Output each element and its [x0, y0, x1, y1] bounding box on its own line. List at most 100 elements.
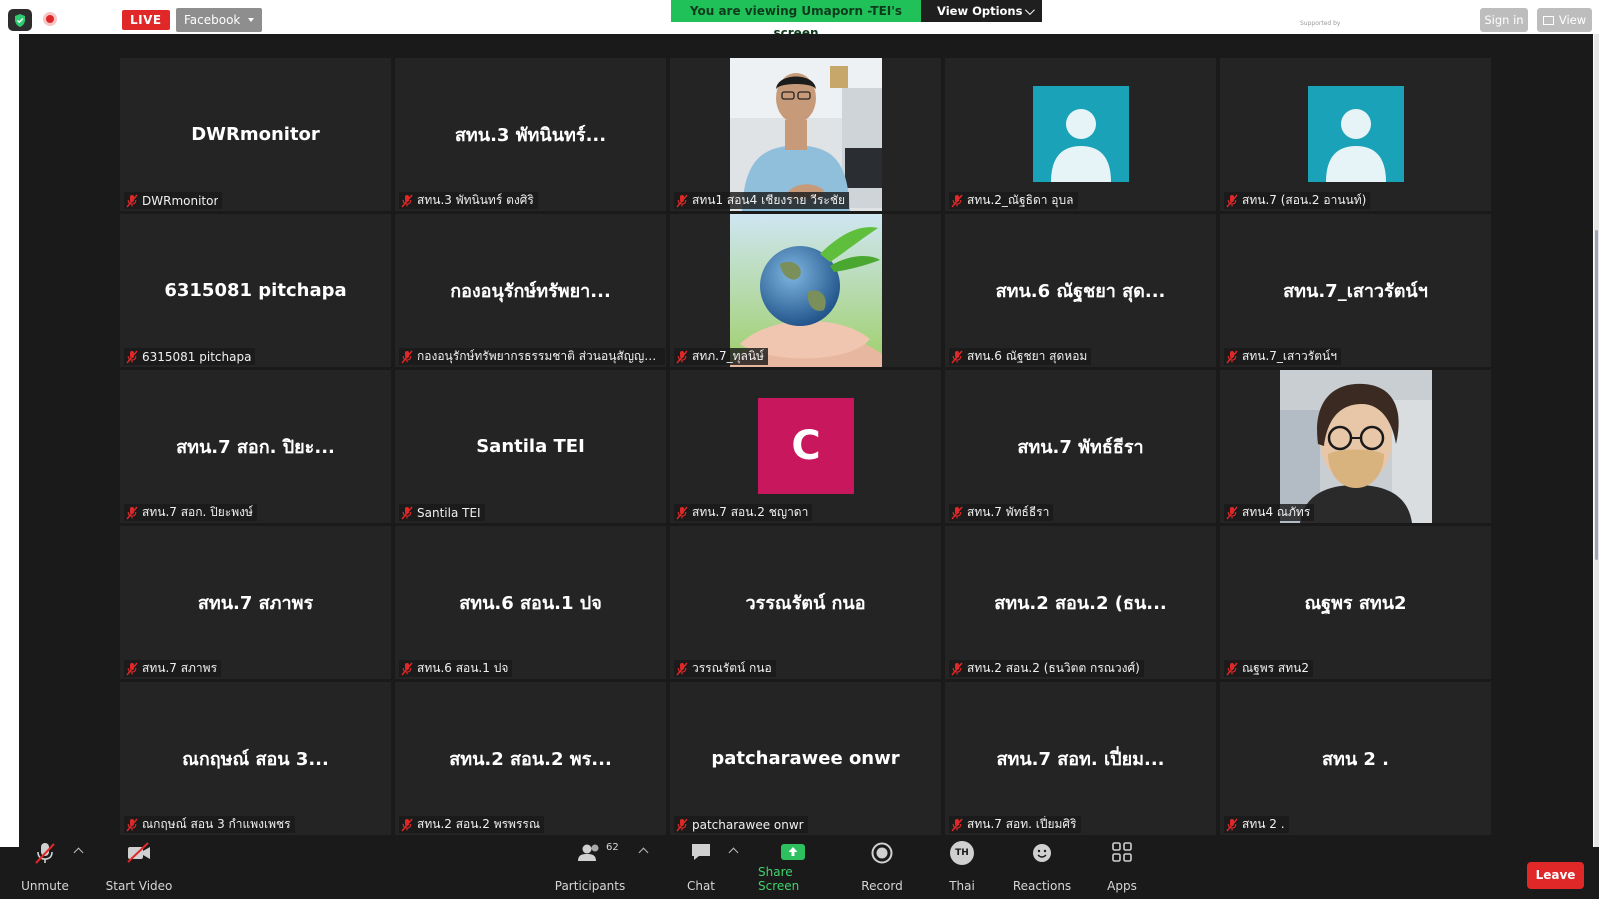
record-button[interactable]: Record	[860, 842, 904, 899]
participant-tile[interactable]: สทน1 สอน4 เชียงราย วีระชัย	[670, 58, 941, 211]
participant-name-label: DWRmonitor	[124, 192, 223, 209]
participant-tile[interactable]: 6315081 pitchapa 6315081 pitchapa	[120, 214, 391, 367]
participant-display-name: ณกฤษณ์ สอน 3...	[182, 749, 329, 770]
participant-tile[interactable]: สทน.6 ณัฐชยา สุด... สทน.6 ณัฐชยา สุดหอม	[945, 214, 1216, 367]
participant-tile[interactable]: สทน.2 สอน.2 (ธน... สทน.2 สอน.2 (ธนวิตต กร…	[945, 526, 1216, 679]
muted-microphone-icon	[401, 506, 413, 519]
leave-button[interactable]: Leave	[1527, 862, 1584, 889]
participant-name-label: สทน.2_ณัฐธิดา อุบล	[949, 192, 1078, 209]
audio-options-caret-icon[interactable]	[73, 847, 84, 858]
participant-name-text: สทน.7 สภาพร	[142, 661, 218, 675]
participant-display-name: กองอนุรักษ์ทรัพยา...	[450, 281, 611, 302]
participant-name-label: สทน.7 (สอน.2 อานนท์)	[1224, 192, 1371, 209]
participant-display-name: 6315081 pitchapa	[164, 280, 347, 301]
participant-tile[interactable]: ณกฤษณ์ สอน 3... ณกฤษณ์ สอน 3 กำแพงเพชร	[120, 682, 391, 835]
participant-name-label: สทน.7_เสาวรัตน์ฯ	[1224, 348, 1341, 365]
muted-microphone-icon	[126, 818, 138, 831]
language-label: Thai	[949, 879, 975, 893]
participant-name-text: สทน.7 สอท. เปี่ยมศิริ	[967, 817, 1077, 831]
apps-button[interactable]: Apps	[1105, 842, 1139, 899]
participant-name-text: สทน1 สอน4 เชียงราย วีระชัย	[692, 193, 846, 207]
participant-initial-avatar: C	[758, 398, 854, 494]
participant-earth-image	[730, 214, 882, 367]
scrollbar-thumb[interactable]	[1595, 230, 1598, 560]
grid-view-icon	[1542, 15, 1554, 25]
participant-name-label: สทน.7 สอท. เปี่ยมศิริ	[949, 816, 1081, 833]
reactions-button[interactable]: Reactions	[1013, 844, 1071, 899]
chat-button[interactable]: Chat	[684, 844, 718, 899]
stream-target-label: Facebook	[184, 13, 241, 27]
participant-display-name: วรรณรัตน์ กนอ	[745, 593, 866, 614]
interpretation-button[interactable]: TH Thai	[944, 841, 980, 899]
default-avatar-icon	[1033, 86, 1129, 182]
participant-tile[interactable]: สทน 2 . สทน 2 .	[1220, 682, 1491, 835]
muted-microphone-icon	[1226, 818, 1238, 831]
participant-video-woman	[1280, 370, 1432, 523]
muted-microphone-icon	[1226, 194, 1238, 207]
muted-microphone-icon	[676, 194, 688, 207]
participant-name-text: สทน.7 พัทธ์ธีรา	[967, 505, 1050, 519]
apps-icon	[1112, 842, 1132, 862]
participant-tile[interactable]: สทน.7 พัทธ์ธีรา สทน.7 พัทธ์ธีรา	[945, 370, 1216, 523]
recording-indicator-icon	[43, 12, 57, 26]
security-shield-icon[interactable]	[8, 9, 32, 31]
participant-tile[interactable]: สทน.7 สภาพร สทน.7 สภาพร	[120, 526, 391, 679]
muted-microphone-icon	[126, 662, 138, 675]
participant-tile[interactable]: สทน.7 (สอน.2 อานนท์)	[1220, 58, 1491, 211]
participant-tile[interactable]: สทน.7_เสาวรัตน์ฯ สทน.7_เสาวรัตน์ฯ	[1220, 214, 1491, 367]
share-screen-label: Share Screen	[758, 865, 800, 893]
participant-tile[interactable]: วรรณรัตน์ กนอ วรรณรัตน์ กนอ	[670, 526, 941, 679]
participant-display-name: Santila TEI	[476, 436, 585, 457]
participant-name-label: สทน4 ณภัทร	[1224, 504, 1315, 521]
participant-display-name: patcharawee onwr	[711, 748, 900, 769]
participant-tile[interactable]: สทภ.7_ทุลนิษ์	[670, 214, 941, 367]
view-options-button[interactable]: View Options	[921, 0, 1042, 22]
participant-tile[interactable]: C สทน.7 สอน.2 ชญาดา	[670, 370, 941, 523]
participant-name-label: สทน 2 .	[1224, 816, 1289, 833]
participant-name-label: patcharawee onwr	[674, 816, 808, 833]
participant-tile[interactable]: Santila TEI Santila TEI	[395, 370, 666, 523]
muted-microphone-icon	[676, 662, 688, 675]
view-button[interactable]: View	[1537, 8, 1592, 32]
participants-button[interactable]: 62 Participants	[552, 842, 628, 899]
participant-name-label: สทน.7 สภาพร	[124, 660, 222, 677]
participant-tile[interactable]: ณฐพร สทน2 ณฐพร สทน2	[1220, 526, 1491, 679]
participant-name-label: สทน.3 พัทนินทร์ ตงศิริ	[399, 192, 538, 209]
viewing-screen-banner: You are viewing Umaporn -TEI's screen	[671, 0, 921, 40]
participant-name-label: ณกฤษณ์ สอน 3 กำแพงเพชร	[124, 816, 295, 833]
sign-in-button[interactable]: Sign in	[1480, 8, 1528, 32]
participant-name-text: สทน 2 .	[1242, 817, 1285, 831]
participant-name-text: สทน.2 สอน.2 (ธนวิตต กรณวงศ์)	[967, 661, 1140, 675]
muted-microphone-icon	[126, 194, 138, 207]
participant-name-label: สทน1 สอน4 เชียงราย วีระชัย	[674, 192, 850, 209]
muted-microphone-icon	[951, 194, 963, 207]
unmute-button[interactable]: Unmute	[20, 843, 70, 899]
stream-target-dropdown[interactable]: Facebook	[176, 8, 263, 32]
start-video-button[interactable]: Start Video	[105, 842, 173, 899]
unmute-label: Unmute	[21, 879, 69, 893]
participant-name-text: สทน.7 สอก. ปิยะพงษ์	[142, 505, 253, 519]
share-screen-button[interactable]: Share Screen	[758, 844, 828, 899]
participant-tile[interactable]: สทน.6 สอน.1 ปจ สทน.6 สอน.1 ปจ	[395, 526, 666, 679]
live-badge[interactable]: LIVE	[122, 10, 170, 30]
video-off-icon	[127, 842, 150, 863]
participant-name-text: 6315081 pitchapa	[142, 349, 252, 364]
participant-tile[interactable]: DWRmonitor DWRmonitor	[120, 58, 391, 211]
muted-microphone-icon	[1226, 350, 1238, 363]
participant-tile[interactable]: สทน4 ณภัทร	[1220, 370, 1491, 523]
participant-tile[interactable]: สทน.7 สอก. ปิยะ... สทน.7 สอก. ปิยะพงษ์	[120, 370, 391, 523]
participants-caret-icon[interactable]	[638, 847, 649, 858]
participant-display-name: สทน.7 สอท. เปี่ยม...	[996, 749, 1165, 770]
participant-tile[interactable]: กองอนุรักษ์ทรัพยา... กองอนุรักษ์ทรัพยากรธ…	[395, 214, 666, 367]
view-label: View	[1558, 13, 1587, 27]
participant-tile[interactable]: สทน.2 สอน.2 พร... สทน.2 สอน.2 พรพรรณ	[395, 682, 666, 835]
apps-label: Apps	[1107, 879, 1137, 893]
participant-tile[interactable]: สทน.7 สอท. เปี่ยม... สทน.7 สอท. เปี่ยมศิร…	[945, 682, 1216, 835]
participant-tile[interactable]: สทน.2_ณัฐธิดา อุบล	[945, 58, 1216, 211]
participant-tile[interactable]: patcharawee onwr patcharawee onwr	[670, 682, 941, 835]
muted-microphone-icon	[951, 506, 963, 519]
chat-caret-icon[interactable]	[728, 847, 739, 858]
participant-tile[interactable]: สทน.3 พัทนินทร์... สทน.3 พัทนินทร์ ตงศิริ	[395, 58, 666, 211]
smiley-icon	[1033, 844, 1051, 862]
participant-display-name: สทน.7 สภาพร	[197, 593, 314, 614]
